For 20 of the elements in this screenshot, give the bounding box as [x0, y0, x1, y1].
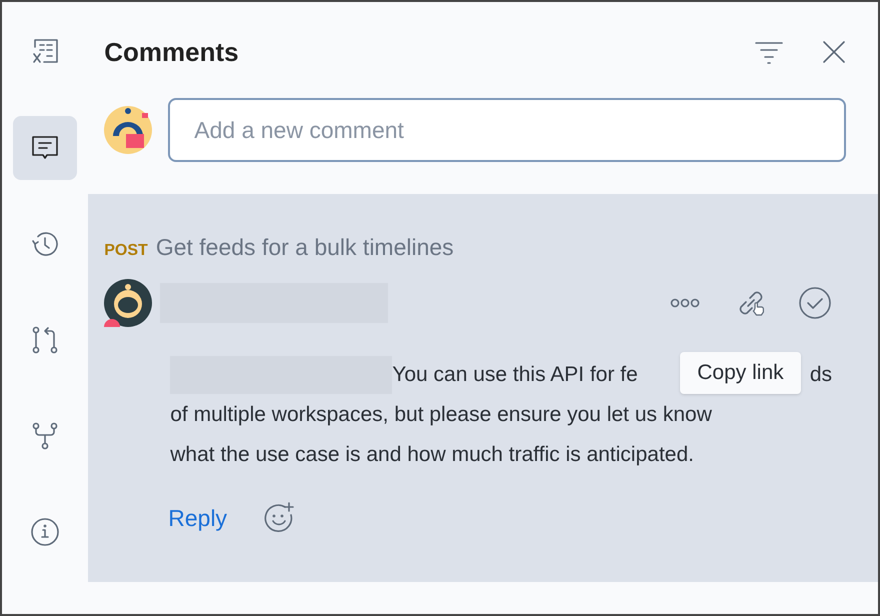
comment-text: of multiple workspaces, but please ensure you let us know	[170, 402, 713, 428]
avatar	[104, 278, 152, 326]
add-reaction-button[interactable]	[263, 502, 296, 534]
comment-text: ds	[810, 362, 832, 388]
endpoint-name: Get feeds for a bulk timelines	[156, 233, 454, 262]
comment-text: You can use this API for fe	[392, 362, 638, 388]
sidebar-item[interactable]	[13, 116, 78, 180]
resolve-button[interactable]	[798, 286, 832, 320]
avatar	[104, 106, 152, 154]
tooltip: Copy link	[680, 352, 801, 394]
comment-text: what the use case is and how much traffic is anticipated.	[170, 442, 695, 468]
close-button[interactable]	[822, 40, 846, 64]
history-icon	[30, 229, 60, 259]
filter-button[interactable]	[754, 39, 784, 65]
panel-title: Comments	[104, 36, 240, 68]
comment-input[interactable]: Add a new comment	[168, 98, 846, 162]
more-button[interactable]	[670, 298, 700, 308]
method-label: POST	[104, 241, 148, 261]
reply-link[interactable]: Reply	[168, 500, 228, 535]
info-icon	[30, 517, 60, 547]
